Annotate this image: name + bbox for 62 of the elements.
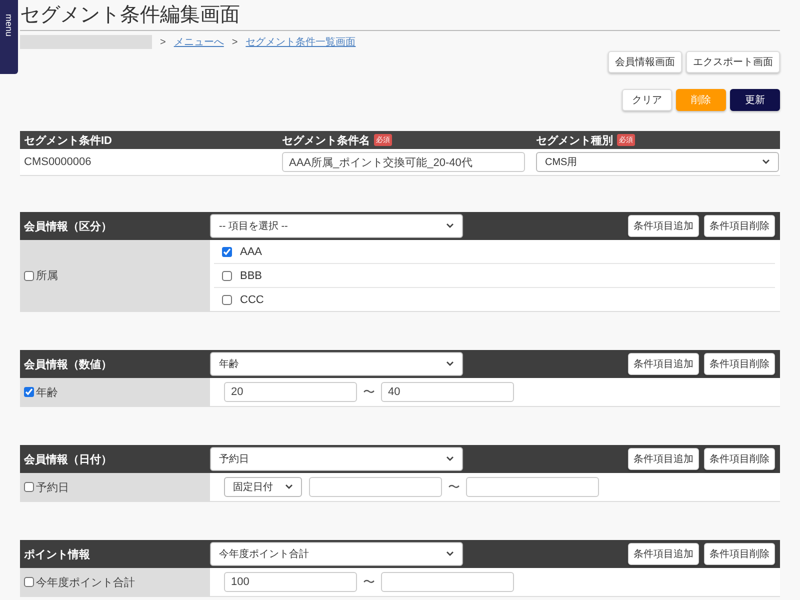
range-tilde: 〜 xyxy=(363,384,375,400)
column-title: セグメント種別 xyxy=(536,134,613,148)
caret-icon xyxy=(446,551,454,557)
option-label: AAA xyxy=(240,246,262,258)
page-title: セグメント条件編集画面 xyxy=(20,0,780,31)
field-label: 予約日 xyxy=(36,480,69,494)
field-label: 年齢 xyxy=(36,386,58,400)
to-field[interactable] xyxy=(381,572,514,592)
field-label: 今年度ポイント合計 xyxy=(36,576,135,590)
segment-id: CMS0000006 xyxy=(24,156,92,168)
add-condition-button[interactable]: 条件項目追加 xyxy=(628,448,699,470)
breadcrumb-separator: > xyxy=(160,36,166,48)
checkbox[interactable] xyxy=(222,294,232,304)
to-field[interactable] xyxy=(466,477,599,497)
add-condition-button[interactable]: 条件項目追加 xyxy=(628,543,699,565)
from-field[interactable] xyxy=(309,477,442,497)
caret-icon xyxy=(446,223,454,229)
caret-icon xyxy=(285,484,293,490)
dropdown[interactable]: 固定日付 xyxy=(224,477,302,497)
section-title: 会員情報（日付） xyxy=(23,452,113,466)
breadcrumb-link[interactable]: メニューへ xyxy=(174,35,224,49)
section-title: 会員情報（数値） xyxy=(23,358,113,372)
breadcrumb-link[interactable]: セグメント条件一覧画面 xyxy=(246,35,356,49)
name-field[interactable]: AAA所属_ポイント交換可能_20-40代 xyxy=(282,152,525,172)
checkbox[interactable] xyxy=(24,387,34,397)
menu-tab[interactable]: menu xyxy=(0,0,18,74)
dropdown[interactable]: 年齢 xyxy=(210,352,463,376)
nav-button[interactable]: 会員情報画面 xyxy=(608,51,682,73)
nav-button[interactable]: エクスポート画面 xyxy=(686,51,780,73)
checkbox[interactable] xyxy=(222,246,232,256)
checkbox[interactable] xyxy=(222,270,232,280)
range-tilde: 〜 xyxy=(363,574,375,590)
remove-condition-button[interactable]: 条件項目削除 xyxy=(704,543,775,565)
remove-condition-button[interactable]: 条件項目削除 xyxy=(704,353,775,375)
section-title: ポイント情報 xyxy=(23,548,91,562)
section-title: 会員情報（区分） xyxy=(23,220,113,234)
caret-icon xyxy=(762,159,770,165)
column-title: セグメント条件ID xyxy=(24,134,112,148)
caret-icon xyxy=(446,456,454,462)
dropdown[interactable]: -- 項目を選択 -- xyxy=(210,214,463,238)
add-condition-button[interactable]: 条件項目追加 xyxy=(628,353,699,375)
checkbox[interactable] xyxy=(24,270,34,280)
add-condition-button[interactable]: 条件項目追加 xyxy=(628,215,699,237)
dropdown[interactable]: 予約日 xyxy=(210,447,463,471)
range-tilde: 〜 xyxy=(448,478,460,496)
remove-condition-button[interactable]: 条件項目削除 xyxy=(704,448,775,470)
checkbox[interactable] xyxy=(24,577,34,587)
column-title: セグメント条件名 xyxy=(282,134,370,148)
dropdown[interactable]: CMS用 xyxy=(536,152,779,172)
to-field[interactable]: 40 xyxy=(381,382,514,402)
clear-button[interactable]: クリア xyxy=(622,89,672,111)
field-label: 所属 xyxy=(36,269,58,283)
breadcrumb-separator: > xyxy=(232,36,238,48)
option-label: BBB xyxy=(240,270,262,282)
update-button[interactable]: 更新 xyxy=(730,89,780,111)
option-label: CCC xyxy=(240,294,264,306)
from-field[interactable]: 20 xyxy=(224,382,357,402)
caret-icon xyxy=(446,361,454,367)
checkbox[interactable] xyxy=(24,482,34,492)
dropdown[interactable]: 今年度ポイント合計 xyxy=(210,542,463,566)
remove-condition-button[interactable]: 条件項目削除 xyxy=(704,215,775,237)
from-field[interactable]: 100 xyxy=(224,572,357,592)
